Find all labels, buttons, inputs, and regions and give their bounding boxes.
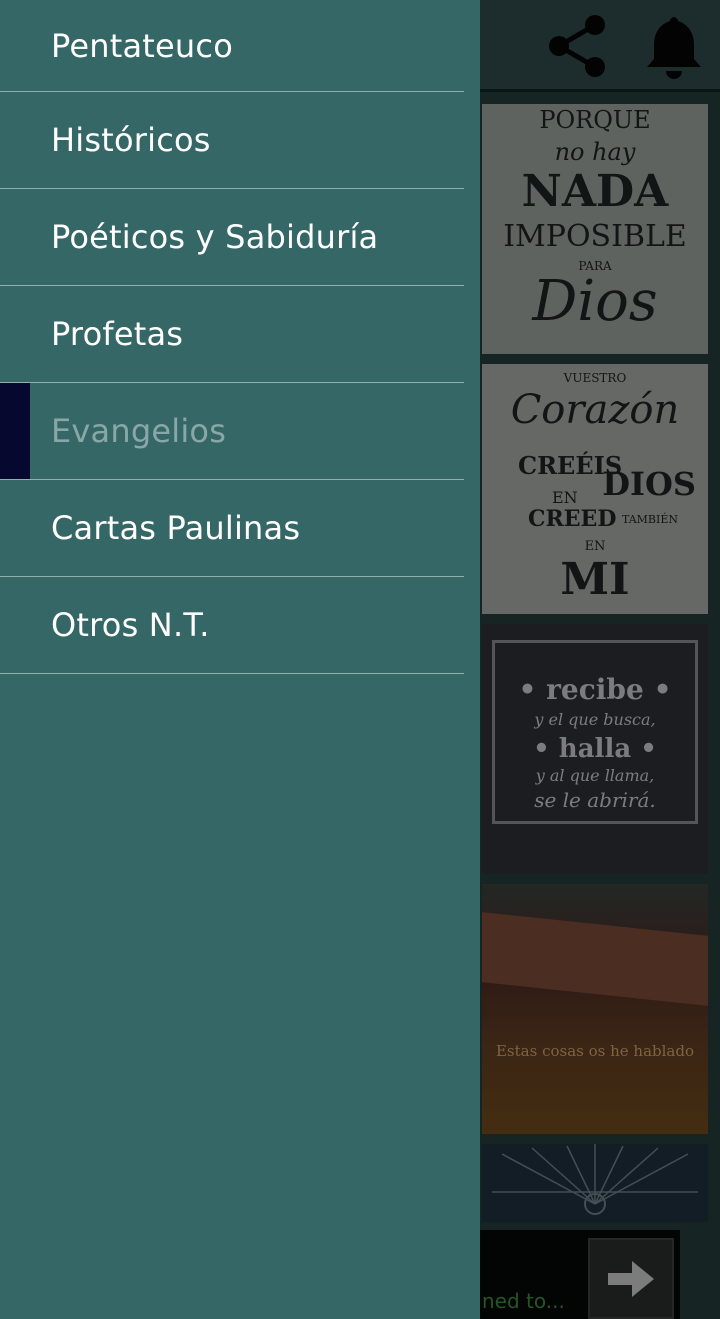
drawer-item-profetas[interactable]: Profetas (0, 286, 464, 383)
drawer-item-cartas-paulinas[interactable]: Cartas Paulinas (0, 480, 464, 577)
navigation-drawer: Pentateuco Históricos Poéticos y Sabidur… (0, 0, 480, 1319)
drawer-item-label: Poéticos y Sabiduría (51, 218, 379, 256)
drawer-item-otros-nt[interactable]: Otros N.T. (0, 577, 464, 674)
drawer-item-label: Históricos (51, 121, 211, 159)
drawer-item-label: Evangelios (51, 412, 227, 450)
drawer-item-pentateuco[interactable]: Pentateuco (0, 0, 464, 92)
drawer-item-label: Pentateuco (51, 26, 233, 65)
drawer-item-label: Otros N.T. (51, 606, 210, 644)
screen: PORQUE no hay NADA IMPOSIBLE PARA Dios V… (0, 0, 720, 1319)
drawer-item-poeticos-y-sabiduria[interactable]: Poéticos y Sabiduría (0, 189, 464, 286)
drawer-item-label: Profetas (51, 315, 184, 353)
drawer-item-label: Cartas Paulinas (51, 509, 301, 547)
drawer-item-historicos[interactable]: Históricos (0, 92, 464, 189)
drawer-item-evangelios[interactable]: Evangelios (0, 383, 464, 480)
active-item-indicator (0, 383, 30, 479)
drawer-menu: Pentateuco Históricos Poéticos y Sabidur… (0, 0, 480, 674)
